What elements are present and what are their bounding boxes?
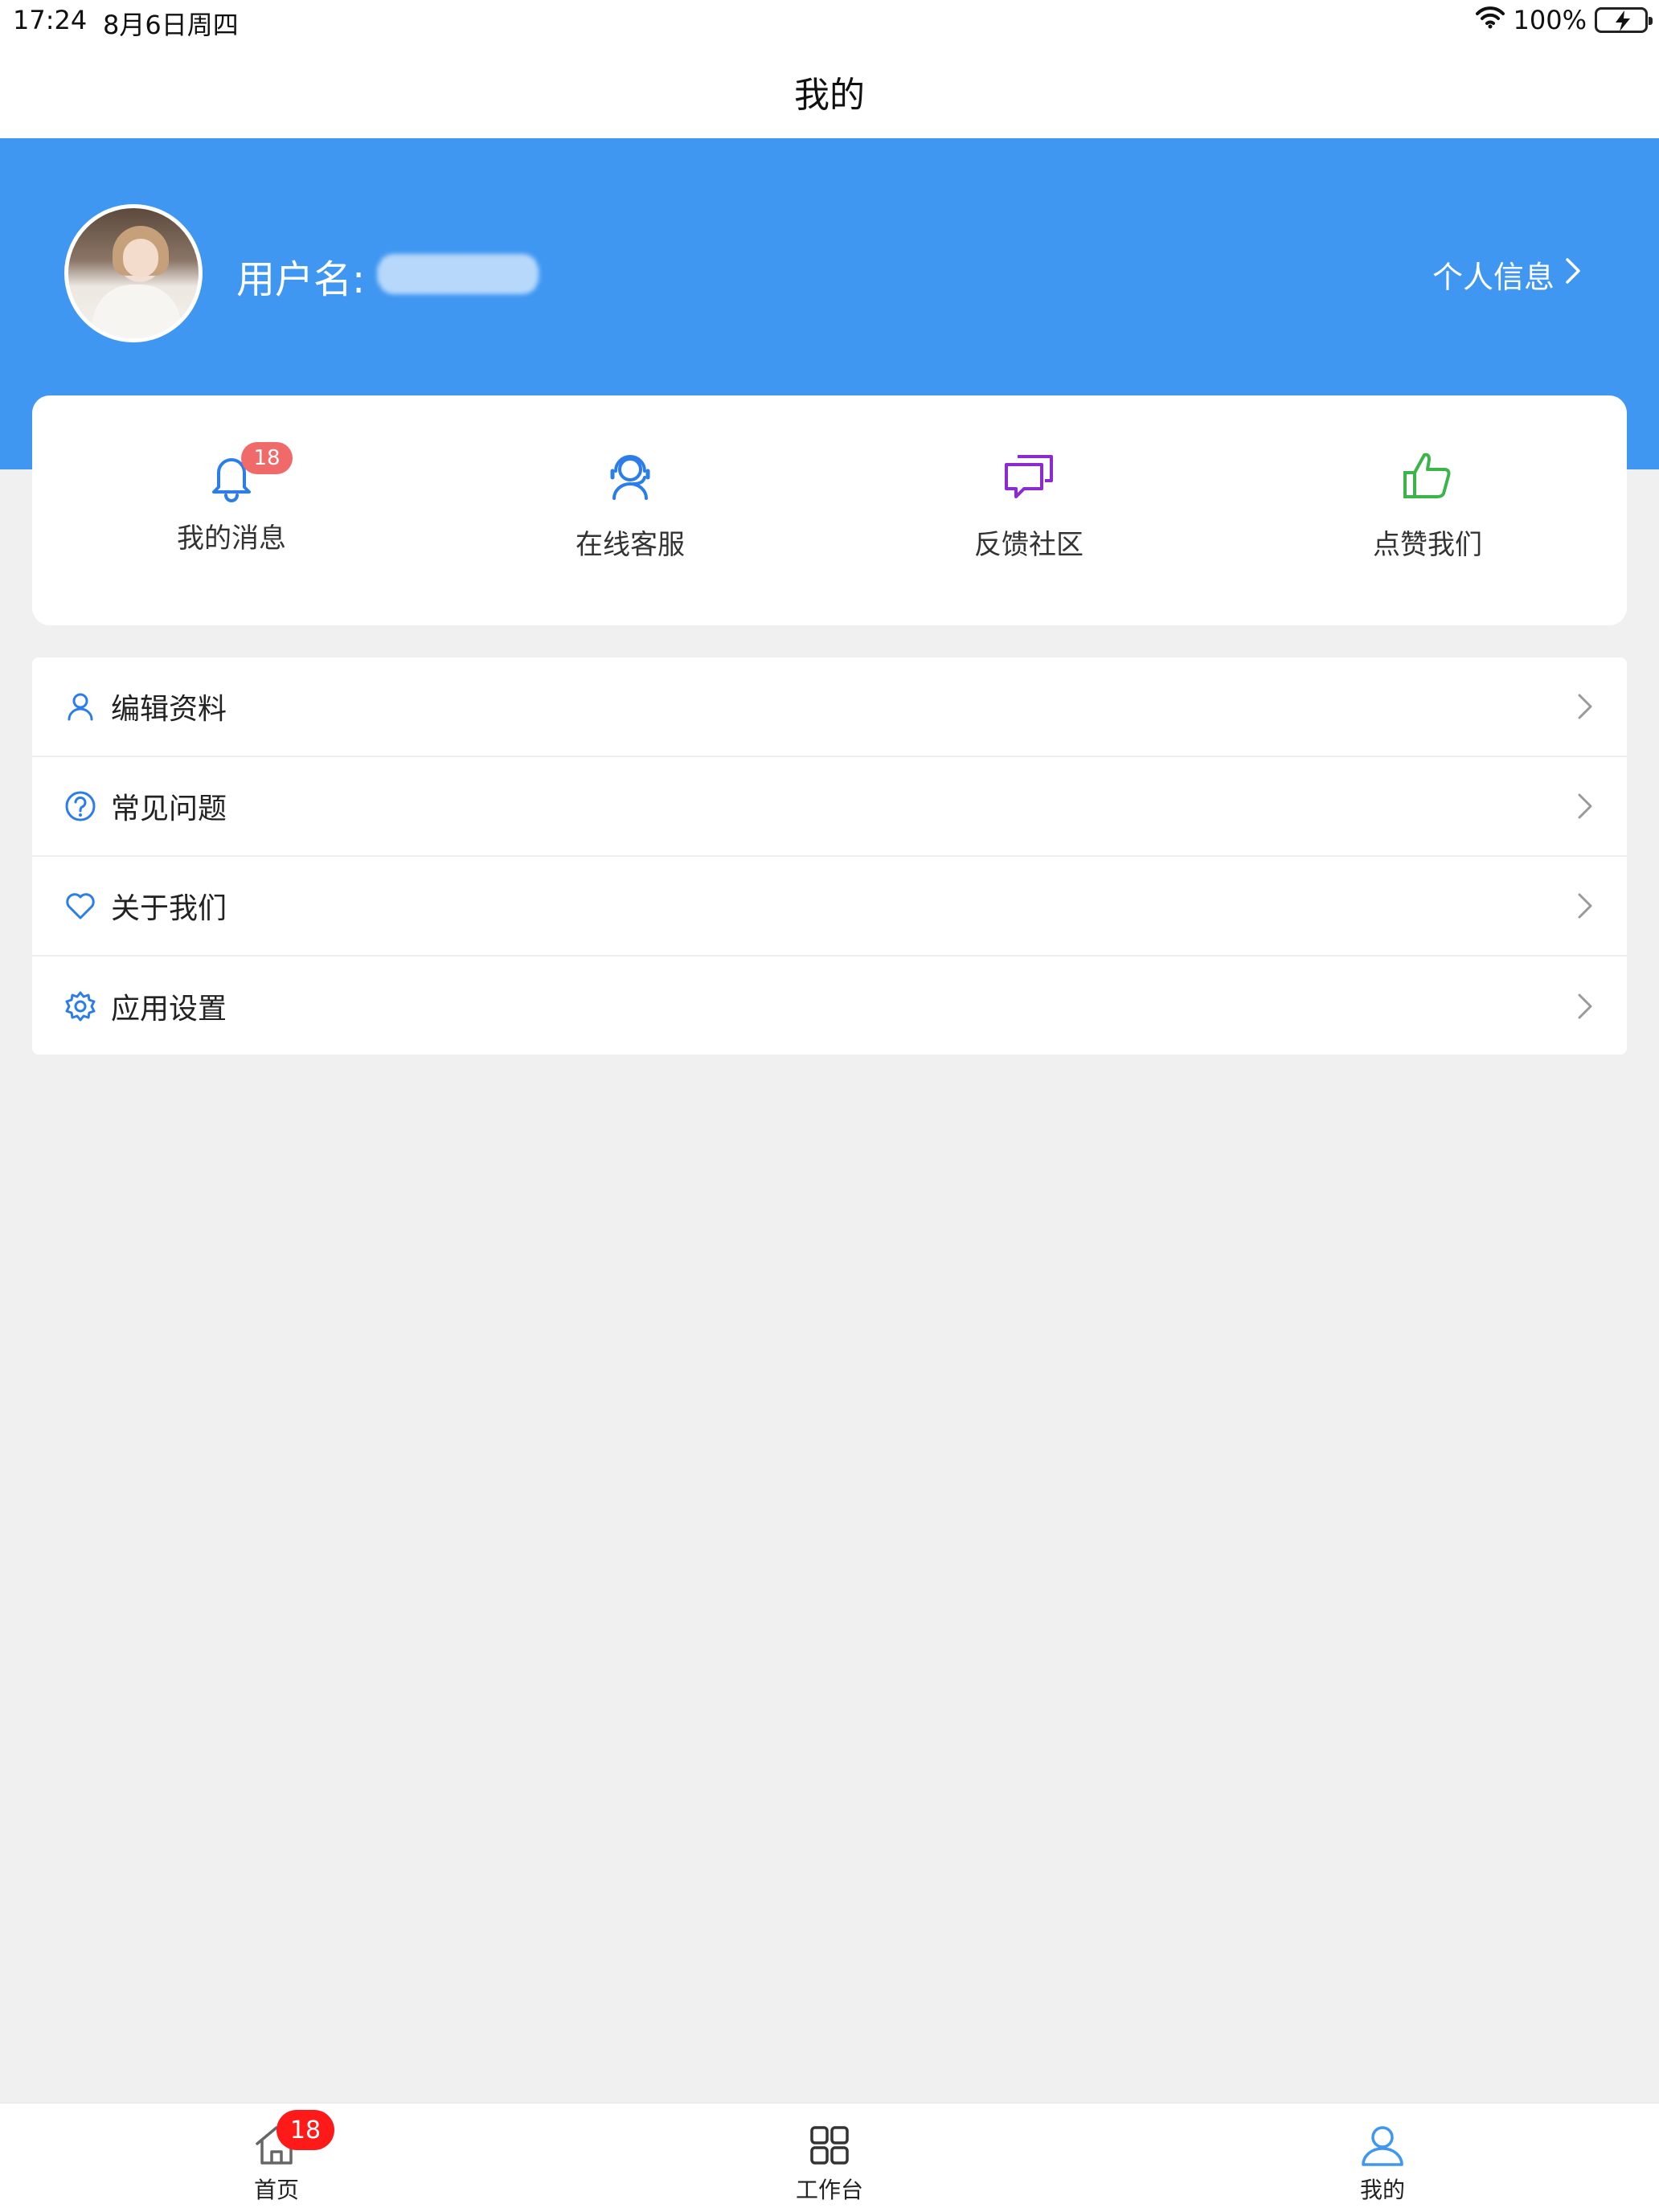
tab-label: 首页: [253, 2177, 299, 2203]
tab-label: 工作台: [795, 2177, 863, 2203]
menu-item-label: 关于我们: [111, 892, 227, 925]
page-title: 我的: [794, 75, 865, 116]
menu-item-label: 常见问题: [111, 793, 227, 825]
menu-item-label: 应用设置: [111, 993, 227, 1026]
wifi-icon: [1475, 5, 1505, 35]
chevron-right-icon: [1575, 890, 1595, 922]
quick-action-label: 点赞我们: [1373, 529, 1482, 561]
menu-item-about[interactable]: 关于我们: [32, 857, 1627, 956]
battery-icon: [1595, 7, 1653, 33]
tab-home[interactable]: 18 首页: [196, 2103, 357, 2212]
status-bar: 17:24 8月6日周四 100%: [0, 0, 1659, 45]
tab-label: 我的: [1359, 2177, 1405, 2203]
grid-icon: [805, 2121, 854, 2169]
menu-item-label: 编辑资料: [111, 693, 227, 726]
question-circle-icon: [64, 790, 96, 822]
status-right: 100%: [1475, 5, 1653, 35]
messages-badge: 18: [241, 442, 293, 474]
gear-icon: [64, 990, 96, 1022]
nav-bar: 我的: [0, 45, 1659, 138]
status-time: 17:24: [13, 5, 88, 35]
heart-icon: [64, 890, 96, 922]
tab-mine[interactable]: 我的: [1302, 2103, 1463, 2212]
menu-item-faq[interactable]: 常见问题: [32, 757, 1627, 857]
quick-action-like[interactable]: 点赞我们: [1228, 395, 1627, 625]
bell-icon: 18: [199, 442, 293, 508]
thumbs-up-icon: [1395, 444, 1460, 508]
headset-icon: [598, 444, 662, 508]
chevron-right-icon: [1575, 790, 1595, 822]
profile-info-link[interactable]: 个人信息: [1432, 252, 1582, 297]
quick-action-label: 反馈社区: [974, 529, 1083, 561]
profile-info-label: 个人信息: [1432, 260, 1555, 295]
menu-item-app-settings[interactable]: 应用设置: [32, 956, 1627, 1056]
chevron-right-icon: [1564, 256, 1582, 293]
username-label: 用户名:: [236, 257, 366, 302]
settings-menu: 编辑资料 常见问题 关于我们 应用设置: [32, 657, 1627, 1055]
username-value-redacted: [378, 254, 539, 294]
status-date: 8月6日周四: [103, 10, 239, 40]
quick-actions-card: 18 我的消息 在线客服 反馈社区 点赞我们: [32, 395, 1627, 625]
quick-action-support[interactable]: 在线客服: [431, 395, 830, 625]
battery-percent: 100%: [1513, 5, 1587, 35]
quick-action-feedback[interactable]: 反馈社区: [830, 395, 1228, 625]
quick-action-label: 我的消息: [177, 522, 286, 555]
quick-action-label: 在线客服: [576, 529, 685, 561]
user-icon: [1358, 2121, 1407, 2169]
tab-bar: 18 首页 工作台 我的: [0, 2103, 1659, 2212]
avatar[interactable]: [64, 204, 203, 342]
tab-workbench[interactable]: 工作台: [749, 2103, 910, 2212]
quick-action-messages[interactable]: 18 我的消息: [32, 395, 431, 625]
user-icon: [64, 690, 96, 723]
chevron-right-icon: [1575, 690, 1595, 723]
menu-item-edit-profile[interactable]: 编辑资料: [32, 657, 1627, 757]
chevron-right-icon: [1575, 990, 1595, 1022]
home-badge: 18: [276, 2110, 334, 2150]
chat-bubbles-icon: [997, 444, 1061, 508]
home-icon: 18: [252, 2110, 334, 2169]
